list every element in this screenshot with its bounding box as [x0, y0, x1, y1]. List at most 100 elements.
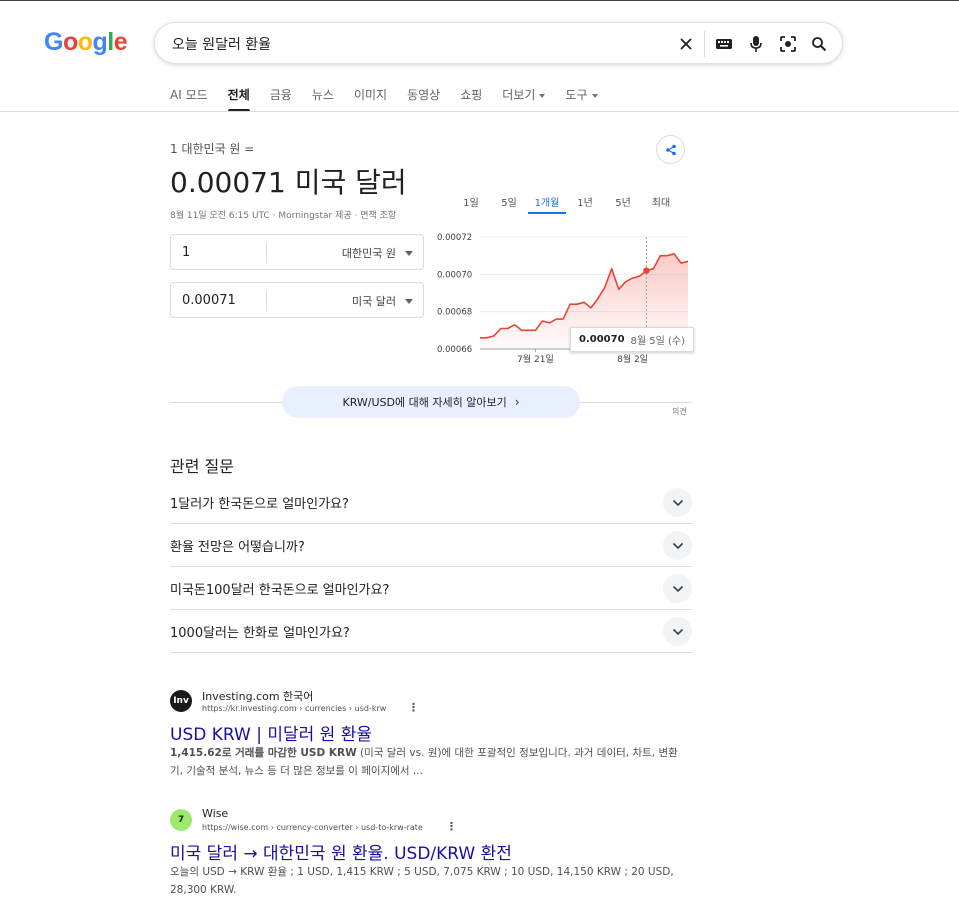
y-tick-label: 0.00070	[437, 270, 472, 280]
logo-letter: g	[92, 28, 108, 56]
converter-result: 0.00071 미국 달러	[170, 166, 407, 199]
related-question-item[interactable]: 미국돈100달러 한국돈으로 얼마인가요?	[170, 567, 692, 610]
tooltip-date: 8월 5일 (수)	[630, 336, 686, 347]
result-site-name[interactable]: Wise	[202, 807, 228, 820]
range-tab[interactable]: 1개월	[528, 194, 566, 214]
expand-button[interactable]	[663, 531, 692, 560]
range-tab[interactable]: 5년	[604, 194, 642, 214]
keyboard-icon[interactable]	[712, 32, 736, 56]
site-favicon[interactable]: 7	[170, 809, 192, 831]
chart-tooltip: 0.00070 8월 5일 (수)	[570, 327, 695, 352]
more-options-icon[interactable]: ⋮	[408, 701, 419, 714]
from-currency-select[interactable]: 대한민국 원	[342, 245, 396, 261]
tab-item[interactable]: 동영상	[407, 86, 440, 112]
result-title-link[interactable]: 미국 달러 → 대한민국 원 환율. USD/KRW 환전	[170, 839, 512, 864]
to-amount-input[interactable]: 0.00071	[182, 293, 236, 308]
related-question-item[interactable]: 1달러가 한국돈으로 얼마인가요?	[170, 481, 692, 524]
expand-button[interactable]	[663, 488, 692, 517]
chart-range-tabs: 1일 5일 1개월 1년 5년 최대	[452, 194, 680, 214]
result-snippet: 오늘의 USD → KRW 환율 ; 1 USD, 1,415 KRW ; 5 …	[170, 863, 690, 899]
tab-item[interactable]: 도구	[565, 86, 598, 112]
result-title-link[interactable]: USD KRW | 미달러 원 환율	[170, 720, 372, 745]
y-tick-label: 0.00066	[437, 345, 472, 355]
window-top-border	[0, 0, 959, 1]
related-question-text: 1달러가 한국돈으로 얼마인가요?	[170, 497, 349, 512]
converter-meta: 8월 11일 오전 6:15 UTC · Morningstar 제공 · 면책…	[170, 211, 397, 221]
feedback-link[interactable]: 의견	[672, 406, 687, 417]
learn-more-label: KRW/USD에 대해 자세히 알아보기	[342, 396, 507, 409]
tab-item[interactable]: 쇼핑	[460, 86, 482, 112]
tab-item[interactable]: 이미지	[354, 86, 387, 112]
tab-label: 동영상	[407, 88, 441, 102]
to-currency-select[interactable]: 미국 달러	[352, 293, 396, 309]
lens-camera-icon[interactable]	[776, 32, 800, 56]
related-question-text: 미국돈100달러 한국돈으로 얼마인가요?	[170, 583, 390, 598]
tabs-divider	[0, 111, 959, 112]
related-question-text: 환율 전망은 어떻습니까?	[170, 540, 305, 555]
range-tab[interactable]: 5일	[490, 194, 528, 214]
caret-down-icon	[539, 93, 546, 98]
tab-item[interactable]: 더보기	[502, 86, 546, 112]
microphone-icon[interactable]	[744, 32, 768, 56]
chevron-right-icon: ›	[514, 395, 520, 409]
y-tick-label: 0.00072	[437, 233, 472, 243]
chevron-down-icon	[405, 299, 413, 304]
range-tab[interactable]: 1년	[566, 194, 604, 214]
from-amount-box[interactable]: 1 대한민국 원	[170, 234, 424, 270]
tab-label: AI 모드	[170, 88, 208, 102]
converter-from-label: 1 대한민국 원 =	[170, 142, 255, 156]
to-amount-box[interactable]: 0.00071 미국 달러	[170, 282, 424, 318]
chevron-down-icon	[672, 542, 683, 549]
chart-hover-point	[643, 267, 650, 274]
learn-more-button[interactable]: KRW/USD에 대해 자세히 알아보기 ›	[282, 386, 580, 418]
chevron-down-icon	[405, 251, 413, 256]
snippet-text: 오늘의 USD → KRW 환율 ; 1 USD, 1,415 KRW ; 5 …	[170, 866, 674, 896]
logo-letter: e	[113, 28, 128, 56]
search-input[interactable]: 오늘 원달러 환율	[172, 34, 271, 54]
tab-label: 금융	[269, 88, 292, 102]
caret-down-icon	[591, 93, 598, 98]
converter-separator	[266, 291, 267, 311]
result-site-name[interactable]: Investing.com 한국어	[202, 688, 313, 704]
logo-letter: o	[77, 28, 93, 56]
result-url[interactable]: https://wise.com › currency-converter › …	[202, 823, 423, 832]
x-tick-label: 7월 21일	[517, 353, 554, 365]
tab-item[interactable]: 전체	[227, 86, 250, 112]
logo-letter: G	[44, 28, 63, 56]
expand-button[interactable]	[663, 574, 692, 603]
result-url[interactable]: https://kr.investing.com › currencies › …	[202, 704, 386, 713]
search-tabs: AI 모드 전체 금융 뉴스 이미지 동영상 쇼핑 더보기 도구	[170, 86, 618, 112]
tooltip-value: 0.00070	[579, 334, 625, 345]
site-favicon[interactable]: Inv	[170, 690, 192, 712]
related-question-item[interactable]: 1000달러는 한화로 얼마인가요?	[170, 610, 692, 653]
related-question-text: 1000달러는 한화로 얼마인가요?	[170, 626, 350, 641]
y-tick-label: 0.00068	[437, 308, 472, 318]
range-tab[interactable]: 1일	[452, 194, 490, 214]
clear-icon[interactable]	[674, 32, 698, 56]
chevron-down-icon	[672, 628, 683, 635]
more-options-icon[interactable]: ⋮	[446, 820, 457, 833]
search-icon[interactable]	[807, 32, 831, 56]
tab-item[interactable]: 뉴스	[312, 86, 334, 112]
result-snippet: 1,415.62로 거래를 마감한 USD KRW (미국 달러 vs. 원)에…	[170, 744, 690, 780]
tab-item[interactable]: AI 모드	[170, 86, 208, 112]
converter-separator	[266, 243, 267, 263]
tab-item[interactable]: 금융	[270, 86, 292, 112]
share-button[interactable]	[656, 135, 685, 164]
tab-label: 전체	[227, 88, 250, 102]
related-question-item[interactable]: 환율 전망은 어떻습니까?	[170, 524, 692, 567]
x-tick-label: 8월 2일	[617, 353, 648, 365]
search-box[interactable]: 오늘 원달러 환율	[154, 22, 843, 64]
chevron-down-icon	[672, 585, 683, 592]
expand-button[interactable]	[663, 617, 692, 646]
tab-label: 더보기	[502, 88, 536, 102]
tab-label: 이미지	[353, 88, 388, 102]
related-questions-title: 관련 질문	[170, 457, 234, 476]
logo-letter: o	[62, 28, 78, 56]
chevron-down-icon	[672, 499, 683, 506]
google-logo[interactable]: Google	[44, 28, 128, 57]
search-divider	[704, 31, 705, 57]
snippet-highlight: 1,415.62로 거래를 마감한 USD KRW	[170, 747, 357, 759]
from-amount-input[interactable]: 1	[182, 245, 190, 260]
range-tab[interactable]: 최대	[642, 194, 680, 214]
